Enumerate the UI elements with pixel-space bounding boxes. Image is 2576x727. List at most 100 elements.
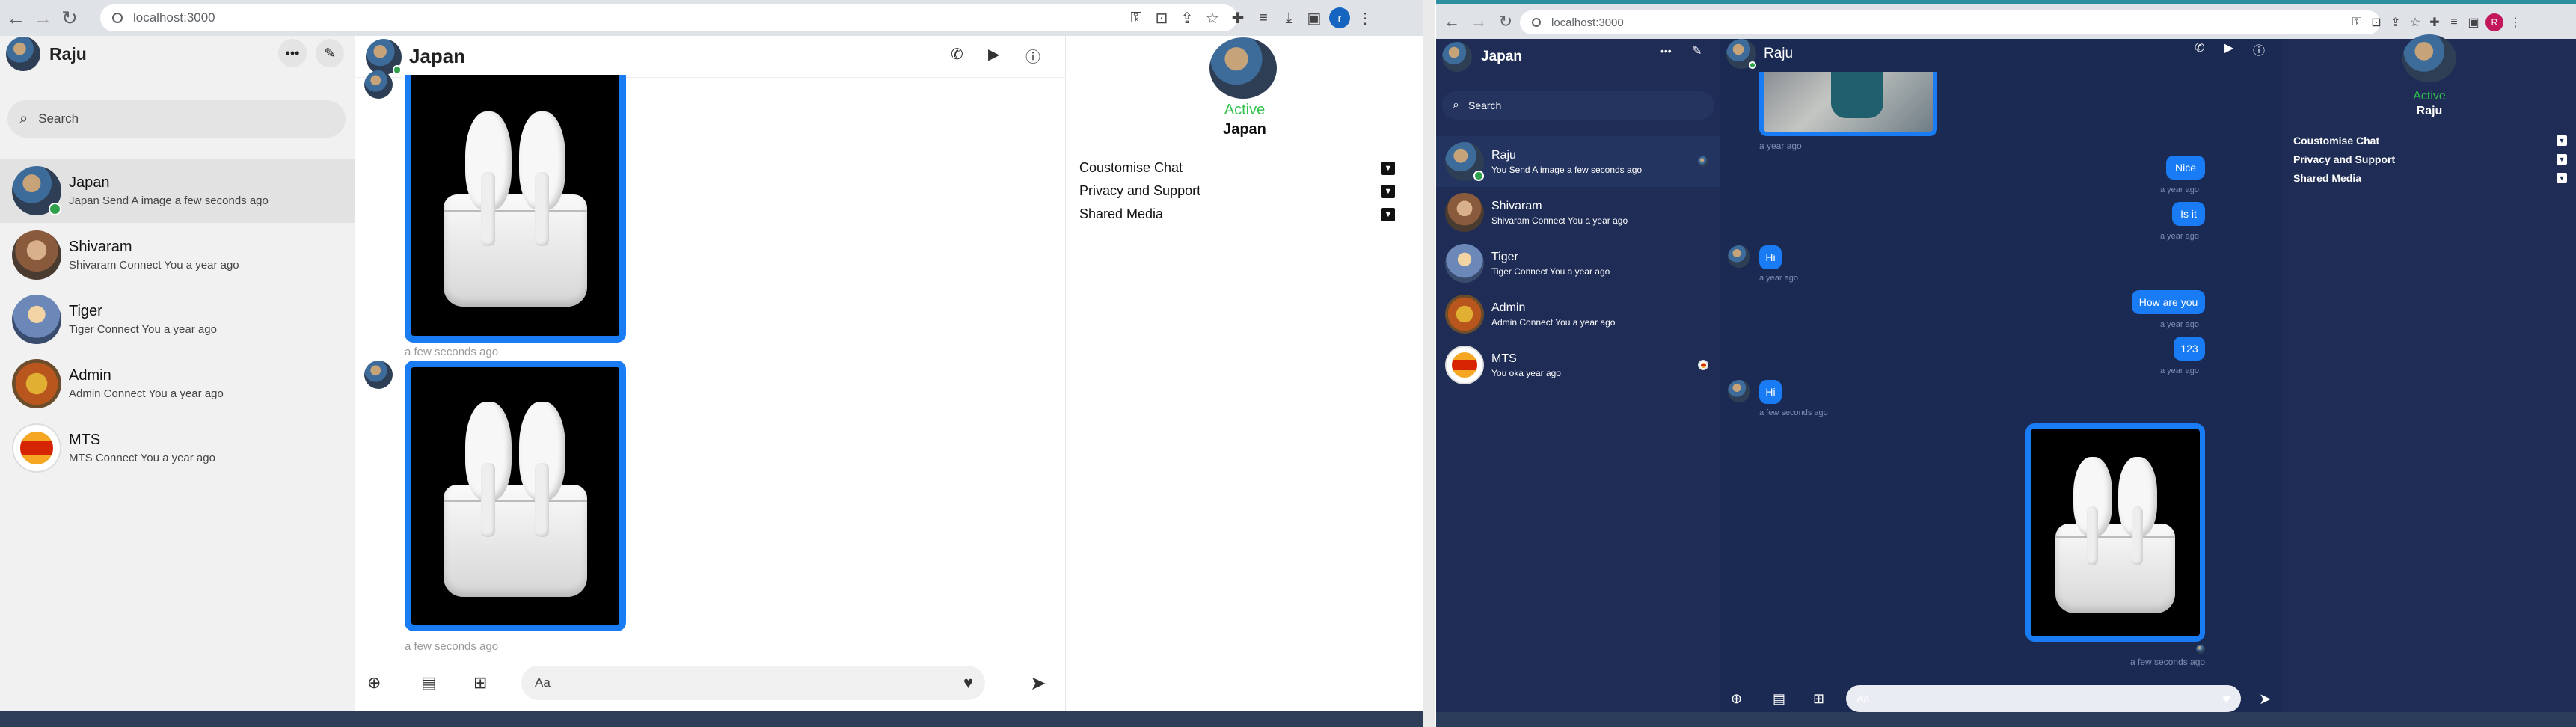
heart-icon[interactable]: ♥ bbox=[2222, 691, 2230, 707]
info-icon[interactable]: ⓘ bbox=[2253, 40, 2265, 58]
menu-dots-icon[interactable]: ⋮ bbox=[2506, 15, 2525, 30]
reload-icon[interactable]: ↻ bbox=[58, 7, 81, 29]
sidebar-icon[interactable]: ▣ bbox=[2464, 15, 2483, 30]
file-icon[interactable]: ▤ bbox=[1773, 691, 1785, 707]
phone-icon[interactable]: ✆ bbox=[951, 45, 963, 64]
message-bubble[interactable]: Hi bbox=[1759, 380, 1782, 404]
gift-icon[interactable]: ⊞ bbox=[473, 673, 487, 693]
forward-icon[interactable]: → bbox=[31, 7, 54, 29]
new-message-icon[interactable]: ✎ bbox=[316, 39, 344, 67]
section-customise-chat[interactable]: Coustomise Chat ▼ bbox=[1079, 160, 1395, 176]
image-message[interactable] bbox=[405, 75, 626, 343]
message-timestamp: a year ago bbox=[1759, 141, 1802, 151]
section-shared-media[interactable]: Shared Media ▼ bbox=[1079, 206, 1395, 222]
video-icon[interactable]: ▶ bbox=[2224, 40, 2233, 55]
contact-name: Japan bbox=[69, 174, 110, 191]
contact-item-mts[interactable]: MTS MTS Connect You a year ago bbox=[0, 416, 215, 480]
install-icon[interactable]: ⊡ bbox=[1149, 9, 1174, 28]
site-info-icon[interactable] bbox=[112, 13, 123, 23]
share-icon[interactable]: ⇪ bbox=[1174, 9, 1200, 28]
contact-item-shivaram[interactable]: Shivaram Shivaram Connect You a year ago bbox=[1436, 187, 1720, 238]
avatar[interactable] bbox=[6, 37, 40, 71]
more-options-icon[interactable]: ••• bbox=[278, 39, 307, 67]
details-panel: Active Japan Coustomise Chat ▼ Privacy an… bbox=[1065, 36, 1423, 711]
key-icon[interactable]: ⚿ bbox=[2347, 16, 2367, 29]
gift-icon[interactable]: ⊞ bbox=[1813, 691, 1824, 707]
contact-item-admin[interactable]: Admin Admin Connect You a year ago bbox=[0, 352, 224, 416]
section-label: Shared Media bbox=[2293, 172, 2362, 184]
profile-avatar[interactable]: R bbox=[2485, 13, 2503, 31]
forward-icon[interactable]: → bbox=[1468, 10, 1490, 33]
address-bar[interactable]: localhost:3000 bbox=[100, 4, 1237, 31]
search-input[interactable]: ⌕ Search bbox=[7, 100, 346, 138]
contact-item-japan[interactable]: Japan Japan Send A image a few seconds ag… bbox=[0, 159, 355, 223]
message-input[interactable]: Aa ♥ bbox=[1846, 685, 2241, 712]
message-bubble[interactable]: Nice bbox=[2166, 156, 2205, 180]
send-icon[interactable]: ➤ bbox=[1030, 672, 1046, 695]
section-customise-chat[interactable]: Coustomise Chat ▼ bbox=[2293, 135, 2567, 147]
extensions-icon[interactable]: ✚ bbox=[1225, 9, 1251, 28]
chat-avatar[interactable] bbox=[1726, 39, 1756, 69]
extensions-icon[interactable]: ✚ bbox=[2425, 15, 2444, 30]
video-icon[interactable]: ▶ bbox=[988, 45, 999, 64]
browser-toolbar: ← → ↻ localhost:3000 ⚿ ⊡ ⇪ ☆ ✚ ≡ ▣ R ⋮ bbox=[1436, 0, 2576, 39]
message-bubble[interactable]: 123 bbox=[2174, 337, 2205, 361]
search-input[interactable]: ⌕ Search bbox=[1442, 91, 1714, 120]
add-icon[interactable]: ⊕ bbox=[367, 673, 381, 693]
share-icon[interactable]: ⇪ bbox=[2386, 15, 2405, 30]
sender-avatar bbox=[364, 70, 393, 99]
message-bubble[interactable]: Is it bbox=[2172, 202, 2205, 226]
contact-item-shivaram[interactable]: Shivaram Shivaram Connect You a year ago bbox=[0, 223, 239, 287]
star-icon[interactable]: ☆ bbox=[2405, 15, 2425, 30]
airpods-image bbox=[426, 93, 605, 318]
contact-item-mts[interactable]: MTS You oka year ago bbox=[1436, 340, 1720, 390]
message-input[interactable]: Aa ♥ bbox=[521, 666, 985, 700]
contact-item-admin[interactable]: Admin Admin Connect You a year ago bbox=[1436, 289, 1720, 340]
taskbar bbox=[0, 711, 1423, 727]
more-options-icon[interactable]: ••• bbox=[1660, 45, 1672, 57]
sidebar-icon[interactable]: ▣ bbox=[1301, 9, 1327, 28]
contact-avatar bbox=[1445, 193, 1484, 232]
heart-icon[interactable]: ♥ bbox=[963, 673, 973, 693]
active-status: Active bbox=[2413, 90, 2446, 102]
reload-icon[interactable]: ↻ bbox=[1494, 10, 1517, 33]
message-bubble[interactable]: Hi bbox=[1759, 245, 1782, 269]
reading-list-icon[interactable]: ≡ bbox=[1251, 10, 1276, 27]
contact-status: Admin Connect You a year ago bbox=[1491, 316, 1616, 328]
address-bar[interactable]: localhost:3000 bbox=[1520, 10, 2380, 34]
back-icon[interactable]: ← bbox=[1441, 10, 1463, 33]
contact-name: Raju bbox=[1491, 148, 1516, 162]
key-icon[interactable]: ⚿ bbox=[1123, 10, 1149, 27]
send-icon[interactable]: ➤ bbox=[2259, 690, 2272, 708]
phone-icon[interactable]: ✆ bbox=[2195, 40, 2204, 55]
file-icon[interactable]: ▤ bbox=[421, 673, 437, 693]
back-icon[interactable]: ← bbox=[4, 7, 27, 29]
message-bubble[interactable]: How are you bbox=[2132, 290, 2205, 314]
add-icon[interactable]: ⊕ bbox=[1731, 691, 1742, 707]
contact-name: Admin bbox=[69, 367, 111, 384]
avatar[interactable] bbox=[1442, 42, 1472, 72]
install-icon[interactable]: ⊡ bbox=[2367, 15, 2386, 30]
profile-avatar[interactable]: r bbox=[1329, 7, 1350, 28]
chat-avatar[interactable] bbox=[366, 38, 402, 75]
site-info-icon[interactable] bbox=[1532, 18, 1541, 27]
contact-item-tiger[interactable]: Tiger Tiger Connect You a year ago bbox=[1436, 238, 1720, 289]
info-icon[interactable]: ⓘ bbox=[1025, 45, 1040, 67]
image-message[interactable] bbox=[2025, 423, 2205, 642]
menu-dots-icon[interactable]: ⋮ bbox=[1352, 9, 1378, 28]
download-icon[interactable]: ⤓ bbox=[1276, 10, 1301, 27]
section-privacy-support[interactable]: Privacy and Support ▼ bbox=[2293, 153, 2567, 165]
search-placeholder: Search bbox=[38, 111, 79, 126]
contact-avatar bbox=[1445, 295, 1484, 334]
new-message-icon[interactable]: ✎ bbox=[1692, 43, 1702, 58]
contact-item-tiger[interactable]: Tiger Tiger Connect You a year ago bbox=[0, 287, 217, 352]
reading-list-icon[interactable]: ≡ bbox=[2444, 16, 2464, 29]
image-message[interactable] bbox=[405, 361, 626, 631]
star-icon[interactable]: ☆ bbox=[1200, 9, 1225, 28]
search-icon: ⌕ bbox=[1453, 99, 1459, 111]
section-privacy-support[interactable]: Privacy and Support ▼ bbox=[1079, 183, 1395, 199]
image-message[interactable] bbox=[1759, 72, 1937, 136]
seen-avatar bbox=[1698, 360, 1708, 370]
contact-item-raju[interactable]: Raju You Send A image a few seconds ago bbox=[1436, 136, 1720, 187]
section-shared-media[interactable]: Shared Media ▼ bbox=[2293, 172, 2567, 184]
